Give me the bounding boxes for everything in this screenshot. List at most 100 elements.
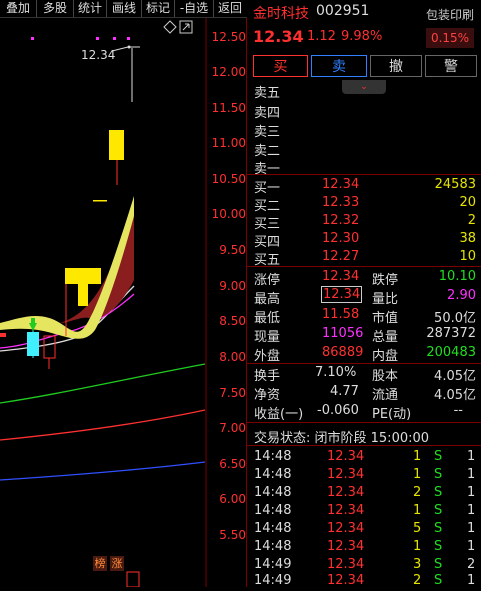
buy-row-1[interactable]: 买一 12.34 24583 [247,175,481,196]
fundamental-row: 净资 4.77 流通 4.05亿 [247,382,481,403]
tick-row: 14:48 12.34 2 S 1 [247,483,481,503]
price-tick: 8.00 [219,350,246,364]
price-tick: 9.50 [219,243,246,257]
tick-side: S [434,557,443,572]
tick-side: S [434,467,443,482]
buy-price: 12.27 [322,249,360,264]
sell-row-5[interactable]: 卖五 [247,80,481,101]
diamond-icon[interactable] [163,20,177,34]
stat-value: 10.10 [438,269,476,284]
price-tick: 9.00 [219,279,246,293]
tick-price: 12.34 [327,503,365,518]
sell-button[interactable]: 卖 [311,55,367,77]
stat-value: 11056 [322,326,364,341]
tick-volume: 3 [413,557,422,572]
tick-volume: 5 [413,521,422,536]
divider [247,422,481,423]
price-tick: 5.50 [219,528,246,542]
fund-label: 收益(一) [254,407,304,422]
tick-volume: 1 [413,539,422,554]
tick-price: 12.34 [327,557,365,572]
fund-value: -- [453,403,463,418]
tick-count: 1 [467,573,476,588]
price-tick: 7.50 [219,386,246,400]
candles [0,48,140,587]
price-change: 1.12 [307,29,336,44]
stat-value: 11.58 [322,307,360,322]
buy-volume: 24583 [434,177,476,192]
price-tick: 10.00 [211,207,246,221]
price-tick: 10.50 [211,172,246,186]
tick-side: S [434,485,443,500]
sell-row-3[interactable]: 卖三 [247,119,481,140]
tick-count: 1 [467,467,476,482]
buy-row-2[interactable]: 买二 12.33 20 [247,193,481,214]
expand-icon[interactable] [179,20,193,34]
stats-row: 现量 11056 总量 287372 [247,324,481,345]
quote-panel: 金时科技 002951 包装印刷 0.15% 12.34 1.12 9.98% … [247,0,481,588]
multi-stock-button[interactable]: 多股 [37,0,74,17]
tick-volume: 2 [413,573,422,588]
stat-label: 内盘 [372,349,399,364]
tick-side: S [434,449,443,464]
buy-row-3[interactable]: 买三 12.32 2 [247,211,481,232]
kline-chart[interactable]: 12.34 12.50 12.00 11.50 11.00 10.50 10.0… [0,18,247,587]
tick-side: S [434,521,443,536]
rank-badge[interactable]: 榜 [93,556,107,571]
fund-value: 7.10% [315,365,357,380]
tick-time: 14:48 [254,503,292,518]
buy-volume: 2 [467,213,476,228]
tick-volume: 2 [413,485,422,500]
price-tick: 11.00 [211,136,246,150]
cancel-order-button[interactable]: 撤 [370,55,422,77]
stock-name: 金时科技 [253,6,309,22]
tick-count: 1 [467,521,476,536]
high-price-marker [111,45,140,52]
buy-price: 12.34 [322,177,360,192]
limit-up-badge[interactable]: 涨 [110,556,124,571]
stat-value: 86889 [322,345,364,360]
buy-button[interactable]: 买 [253,55,308,77]
tick-row: 14:48 12.34 5 S 1 [247,519,481,539]
tick-price: 12.34 [327,467,365,482]
back-button[interactable]: 返回 [214,0,246,17]
buy-row-4[interactable]: 买四 12.30 38 [247,229,481,250]
price-tick: 7.00 [219,421,246,435]
trade-status-text: 交易状态: 闭市阶段 15:00:00 [254,431,430,446]
tick-time: 14:48 [254,521,292,536]
price-tick: 6.00 [219,492,246,506]
sell-row-1[interactable]: 卖一 [247,156,481,177]
buy-row-5[interactable]: 买五 12.27 10 [247,247,481,268]
overlay-button[interactable]: 叠加 [0,0,37,17]
stats-row: 最高 12.34 量比 2.90 [247,286,481,307]
statistics-button[interactable]: 统计 [74,0,107,17]
alert-button[interactable]: 警 [425,55,477,77]
stats-row: 最低 11.58 市值 50.0亿 [247,305,481,326]
tick-count: 1 [467,539,476,554]
ma-line-green [0,363,206,404]
sell-row-4[interactable]: 卖四 [247,100,481,121]
mark-button[interactable]: 标记 [142,0,175,17]
buy-volume: 10 [459,249,476,264]
stat-value: 287372 [426,326,476,341]
stats-row: 涨停 12.34 跌停 10.10 [247,267,481,288]
sector-label[interactable]: 包装印刷 [426,6,474,23]
stats-row: 外盘 86889 内盘 200483 [247,343,481,364]
stat-value: 12.34 [320,286,363,303]
tick-side: S [434,539,443,554]
price-change-pct: 9.98% [341,29,383,44]
watchlist-button[interactable]: -自选 [175,0,214,17]
price-tick: 12.00 [211,65,246,79]
sell-row-2[interactable]: 卖二 [247,138,481,159]
tick-count: 2 [467,557,476,572]
ma-line-blue [0,461,206,481]
fund-value: -0.060 [317,403,359,418]
stat-value: 12.34 [322,269,360,284]
price-tick: 6.50 [219,457,246,471]
tick-volume: 1 [413,449,422,464]
divider [247,445,481,446]
draw-line-button[interactable]: 画线 [107,0,142,17]
buy-price: 12.33 [322,195,360,210]
tick-price: 12.34 [327,485,365,500]
buy-price: 12.30 [322,231,360,246]
